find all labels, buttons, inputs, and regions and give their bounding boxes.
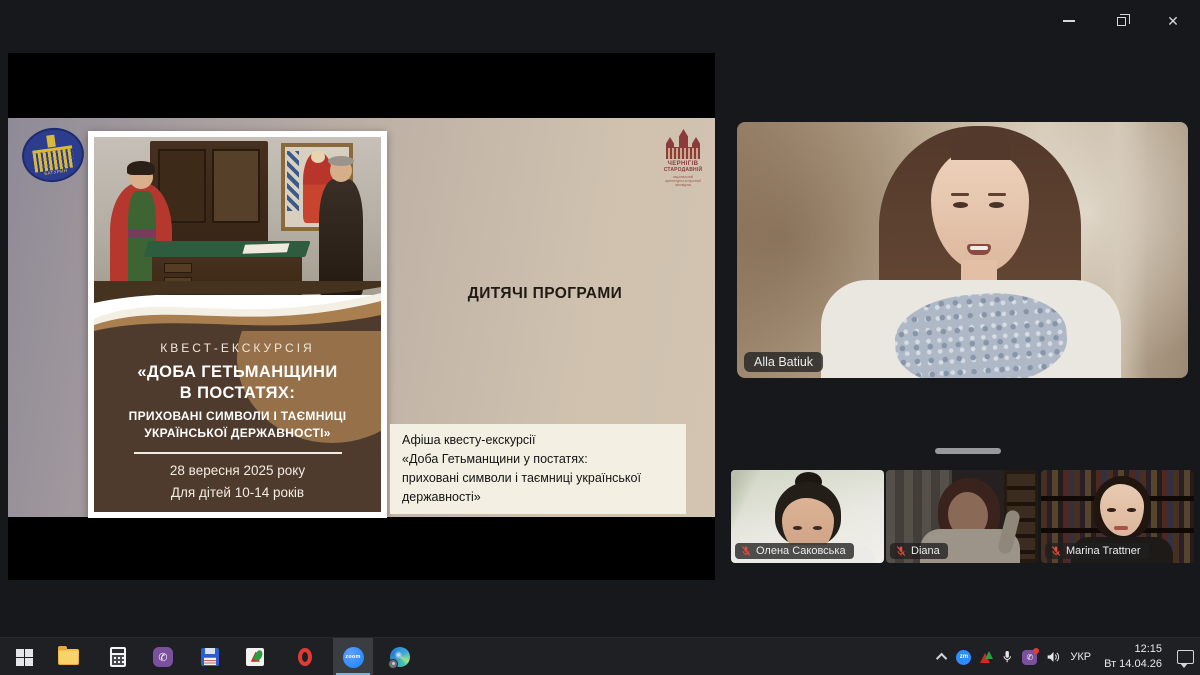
logo-title-line2: СТАРОДАВНІЙ [664,167,703,173]
red-flame-icon [246,648,264,666]
tray-date: Вт 14.04.26 [1104,658,1162,670]
poster-title: «ДОБА ГЕТЬМАНЩИНИ В ПОСТАТЯХ: [137,362,337,405]
tray-zoom-icon[interactable]: zm [956,650,971,665]
participant-video-diana[interactable]: Diana [886,470,1038,563]
chernihiv-starodavniy-logo: ЧЕРНІГІВ СТАРОДАВНІЙ національний архіте… [659,125,707,203]
slide-caption-box: Афіша квесту-екскурсії «Доба Гетьманщини… [390,424,686,514]
participant-video-marina[interactable]: Marina Trattner [1041,470,1194,563]
logo-subtitle: національний архітектурно-історичний зап… [664,175,702,187]
tray-clock[interactable]: 12:15 Вт 14.04.26 [1100,642,1162,672]
window-controls: ✕ [1054,8,1188,34]
tray-viber-icon[interactable]: ✆ [1022,650,1037,665]
tray-microphone-icon[interactable] [1001,649,1013,665]
poster-date: 28 вересня 2025 року [170,463,305,478]
taskbar-opera[interactable] [285,638,325,675]
notification-center-icon[interactable] [1177,650,1194,664]
viber-icon: ✆ [153,647,173,667]
main-speaker-video[interactable]: Alla Batiuk [737,122,1188,378]
windows-taskbar: ✆ zoom zm ✆ УКР 12:15 Вт 14.04.26 [0,637,1200,675]
poster-eyebrow: КВЕСТ-ЕКСКУРСІЯ [160,341,314,355]
gallery-resize-handle[interactable] [935,448,1001,454]
tray-speaker-icon[interactable] [1046,650,1061,664]
poster-wave-divider [94,281,381,331]
floppy-disk-icon [201,648,219,666]
cathedral-icon [666,125,700,159]
screen-share-area: БАТУРИН ЧЕРНІГІВ СТАРОДАВНІЙ національни… [8,53,715,580]
taskbar-zoom-active[interactable]: zoom [333,638,373,675]
tray-chevron-up-icon[interactable] [936,653,947,664]
muted-mic-icon [740,545,752,557]
windows-logo-icon [16,649,33,666]
event-poster: КВЕСТ-ЕКСКУРСІЯ «ДОБА ГЕТЬМАНЩИНИ В ПОСТ… [88,131,387,518]
calculator-icon [110,647,126,667]
taskbar-viber[interactable]: ✆ [143,638,183,675]
tray-time: 12:15 [1134,643,1162,655]
poster-divider [134,452,342,454]
taskbar-floppy-app[interactable] [190,638,230,675]
zoom-app-icon: zoom [343,647,364,668]
taskbar-file-explorer[interactable] [48,638,88,675]
restore-icon[interactable] [1106,8,1136,34]
figure-dark-robe [315,159,367,295]
zoom-meeting-window: ✕ БАТУРИН ЧЕРНІГІВ СТАРОДАВНІЙ національ… [0,0,1200,675]
tray-updown-arrows-icon[interactable] [980,651,992,663]
opera-icon [298,648,312,666]
baturyn-museum-logo: БАТУРИН [19,124,88,186]
poster-audience: Для дітей 10-14 років [171,485,304,500]
participant-nametag: Marina Trattner [1045,543,1149,559]
taskbar-media-app[interactable] [235,638,275,675]
minimize-icon[interactable] [1054,8,1084,34]
edge-icon [390,647,410,667]
participant-nametag: Diana [890,543,948,559]
participant-video-olena[interactable]: Олена Саковська [731,470,884,563]
muted-mic-icon [895,545,907,557]
profile-avatar [388,659,398,669]
taskbar-edge[interactable] [380,638,420,675]
language-indicator[interactable]: УКР [1070,651,1091,663]
participant-nametag: Олена Саковська [735,543,854,559]
muted-mic-icon [1050,545,1062,557]
presentation-slide: БАТУРИН ЧЕРНІГІВ СТАРОДАВНІЙ національни… [8,118,715,517]
main-speaker-nametag: Alla Batiuk [744,352,823,372]
poster-text-area: КВЕСТ-ЕКСКУРСІЯ «ДОБА ГЕТЬМАНЩИНИ В ПОСТ… [94,331,381,512]
taskbar-calculator[interactable] [98,638,138,675]
slide-section-heading: ДИТЯЧІ ПРОГРАМИ [390,285,700,303]
system-tray: zm ✆ УКР 12:15 Вт 14.04.26 [939,638,1194,675]
folder-icon [58,649,79,665]
close-icon[interactable]: ✕ [1158,8,1188,34]
poster-photo-museum-scene [94,137,381,295]
start-button[interactable] [4,638,44,675]
poster-subtitle: ПРИХОВАНІ СИМВОЛИ І ТАЄМНИЦІ УКРАЇНСЬКОЇ… [129,408,347,443]
